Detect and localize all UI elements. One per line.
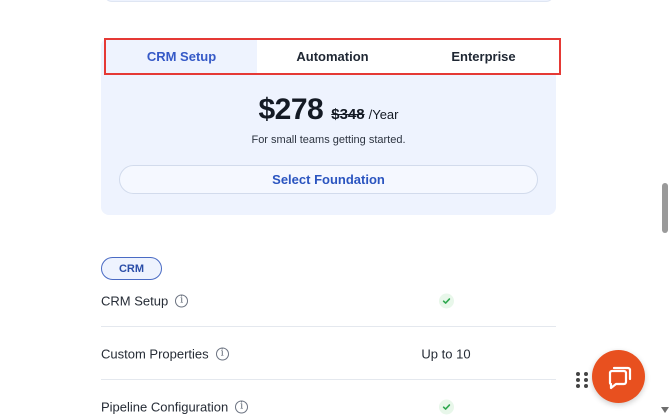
plan-subtitle: For small teams getting started. — [251, 134, 406, 146]
previous-card-edge — [104, 0, 554, 2]
check-icon — [438, 399, 454, 415]
chat-icon — [608, 366, 631, 389]
scrollbar-thumb[interactable] — [662, 183, 668, 233]
price: $278 — [258, 93, 324, 126]
feature-name-wrapper: Custom Properties i — [101, 346, 229, 361]
scroll-down-arrow-icon[interactable] — [661, 407, 669, 413]
feature-name-wrapper: CRM Setup i — [101, 293, 189, 308]
tab-crm-setup[interactable]: CRM Setup — [106, 40, 257, 73]
info-icon[interactable]: i — [175, 294, 189, 307]
tab-automation[interactable]: Automation — [257, 40, 408, 73]
feature-name: Custom Properties — [101, 346, 209, 361]
feature-name: CRM Setup — [101, 293, 169, 308]
feature-name-wrapper: Pipeline Configuration i — [101, 399, 249, 415]
billing-period: /Year — [368, 107, 399, 122]
feature-row: Custom Properties i Up to 10 — [101, 328, 556, 380]
check-icon — [438, 293, 454, 308]
tab-enterprise[interactable]: Enterprise — [408, 40, 559, 73]
feature-value-text: Up to 10 — [421, 346, 471, 361]
feature-name: Pipeline Configuration — [101, 399, 229, 415]
info-icon[interactable]: i — [235, 400, 249, 414]
chat-button[interactable] — [592, 350, 645, 403]
select-foundation-button[interactable]: Select Foundation — [119, 165, 538, 194]
old-price: $348 — [331, 106, 365, 123]
price-row: $278 $348 /Year — [101, 93, 556, 127]
info-icon[interactable]: i — [215, 347, 229, 360]
drag-handle-icon[interactable] — [576, 372, 588, 388]
feature-row: CRM Setup i — [101, 275, 556, 327]
feature-row: Pipeline Configuration i — [101, 381, 556, 417]
plan-tabs: CRM Setup Automation Enterprise — [104, 38, 561, 75]
